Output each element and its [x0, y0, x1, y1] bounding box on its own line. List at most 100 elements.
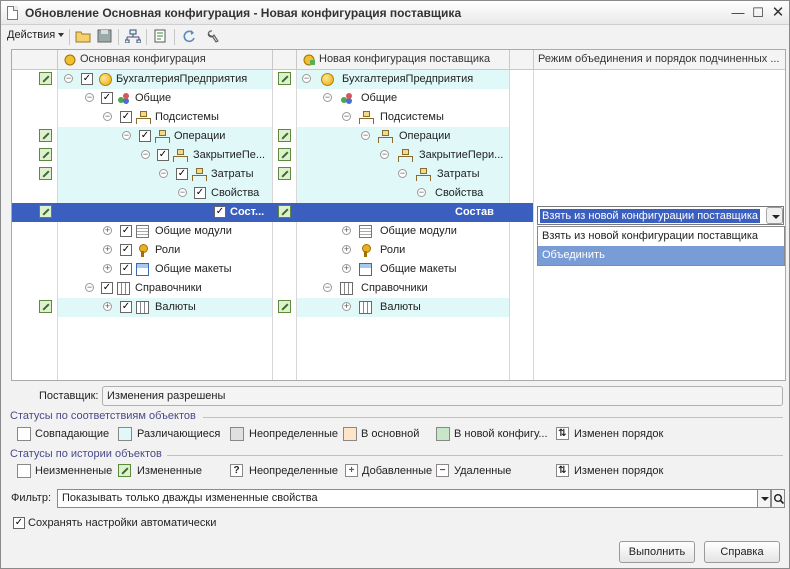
report-icon[interactable]	[153, 29, 169, 43]
collapse-icon[interactable]: −	[323, 283, 332, 292]
run-button[interactable]: Выполнить	[619, 541, 695, 563]
legend-order-changed: Изменен порядок	[574, 428, 664, 440]
minimize-button[interactable]: —	[729, 4, 747, 22]
edit-icon[interactable]	[39, 205, 52, 218]
collapse-icon[interactable]: −	[103, 112, 112, 121]
collapse-icon[interactable]: −	[302, 74, 311, 83]
row-checkbox[interactable]: ✓	[176, 168, 188, 180]
edit-icon[interactable]	[39, 72, 52, 85]
row-checkbox[interactable]: ✓	[214, 206, 226, 218]
merge-mode-select[interactable]: Взять из новой конфигурации поставщика	[537, 206, 784, 225]
expand-icon[interactable]: +	[342, 226, 351, 235]
status-history-title: Статусы по истории объектов	[10, 448, 162, 460]
swatch-unchanged	[17, 464, 31, 478]
expand-icon[interactable]: +	[342, 264, 351, 273]
table-row[interactable]: + ✓ Валюты + Валюты	[12, 298, 785, 317]
dropdown-button[interactable]	[766, 207, 783, 224]
edit-icon[interactable]	[278, 167, 291, 180]
legend-history-undefined: Неопределенные	[249, 465, 339, 477]
settings-wrench-icon[interactable]	[203, 29, 219, 43]
save-icon[interactable]	[97, 29, 113, 43]
collapse-icon[interactable]: −	[122, 131, 131, 140]
save-settings-checkbox[interactable]: ✓	[13, 517, 25, 529]
maximize-button[interactable]: ☐	[749, 4, 767, 22]
actions-menu[interactable]: Действия	[7, 29, 65, 41]
collapse-icon[interactable]: −	[380, 150, 389, 159]
edit-icon[interactable]	[278, 300, 291, 313]
row-checkbox[interactable]: ✓	[101, 92, 113, 104]
dropdown-option[interactable]: Взять из новой конфигурации поставщика	[538, 227, 784, 246]
expand-icon[interactable]: +	[103, 302, 112, 311]
expand-icon[interactable]: +	[103, 245, 112, 254]
table-row[interactable]: − ✓ ЗакрытиеПе... − ЗакрытиеПери...	[12, 146, 785, 165]
tree-filter-icon[interactable]	[125, 29, 141, 43]
row-checkbox[interactable]: ✓	[101, 282, 113, 294]
filter-dropdown-button[interactable]	[757, 489, 771, 508]
header-main-config[interactable]: Основная конфигурация	[58, 50, 273, 70]
collapse-icon[interactable]: −	[141, 150, 150, 159]
expand-icon[interactable]: +	[103, 226, 112, 235]
filter-search-button[interactable]	[771, 489, 785, 508]
collapse-icon[interactable]: −	[64, 74, 73, 83]
close-button[interactable]: ✕	[769, 4, 787, 22]
row-checkbox[interactable]: ✓	[194, 187, 206, 199]
collapse-icon[interactable]: −	[178, 188, 187, 197]
swatch-undefined	[230, 427, 244, 441]
row-main-label: Затраты	[211, 168, 254, 180]
collapse-icon[interactable]: −	[417, 188, 426, 197]
section-divider	[167, 455, 783, 456]
row-vendor-label: Состав	[455, 206, 494, 218]
config-compare-grid[interactable]: Основная конфигурация Новая конфигурация…	[11, 49, 786, 381]
edit-icon[interactable]	[278, 205, 291, 218]
collapse-icon[interactable]: −	[159, 169, 168, 178]
row-checkbox[interactable]: ✓	[120, 244, 132, 256]
collapse-icon[interactable]: −	[342, 112, 351, 121]
edit-icon[interactable]	[39, 148, 52, 161]
table-row[interactable]: − ✓ Общие − Общие	[12, 89, 785, 108]
subsystem-icon	[378, 130, 393, 143]
edit-icon[interactable]	[278, 72, 291, 85]
table-row[interactable]: − ✓ Затраты − Затраты	[12, 165, 785, 184]
header-vendor-config[interactable]: Новая конфигурация поставщика	[297, 50, 510, 70]
subsystem-icon	[192, 168, 207, 181]
open-folder-icon[interactable]	[75, 29, 91, 43]
edit-icon[interactable]	[278, 148, 291, 161]
common-objects-icon	[340, 92, 353, 105]
order-changed-icon: ⇅	[556, 464, 569, 477]
row-checkbox[interactable]: ✓	[120, 301, 132, 313]
collapse-icon[interactable]: −	[85, 93, 94, 102]
legend-unchanged: Неизменненые	[35, 465, 113, 477]
table-row[interactable]: − ✓ БухгалтерияПредприятия − Бухгалтерия…	[12, 70, 785, 89]
collapse-icon[interactable]: −	[361, 131, 370, 140]
chevron-down-icon	[761, 497, 769, 501]
dropdown-option-highlighted[interactable]: Объединить	[538, 246, 784, 265]
expand-icon[interactable]: +	[342, 302, 351, 311]
row-checkbox[interactable]: ✓	[120, 263, 132, 275]
table-row[interactable]: − ✓ Свойства − Свойства	[12, 184, 785, 203]
row-checkbox[interactable]: ✓	[81, 73, 93, 85]
table-row[interactable]: − ✓ Операции − Операции	[12, 127, 785, 146]
table-row[interactable]: − ✓ Подсистемы − Подсистемы	[12, 108, 785, 127]
toolbar-separator	[146, 29, 147, 45]
edit-icon[interactable]	[39, 167, 52, 180]
expand-icon[interactable]: +	[342, 245, 351, 254]
row-checkbox[interactable]: ✓	[139, 130, 151, 142]
common-module-icon	[136, 225, 149, 238]
help-button[interactable]: Справка	[704, 541, 780, 563]
edit-icon[interactable]	[278, 129, 291, 142]
row-checkbox[interactable]: ✓	[120, 111, 132, 123]
config-ball-icon	[321, 73, 334, 86]
expand-icon[interactable]: +	[103, 264, 112, 273]
header-merge-mode[interactable]: Режим объединения и порядок подчиненных …	[534, 50, 785, 70]
edit-icon[interactable]	[39, 300, 52, 313]
filter-field[interactable]: Показывать только дважды измененные свой…	[57, 489, 758, 508]
collapse-icon[interactable]: −	[398, 169, 407, 178]
collapse-icon[interactable]: −	[85, 283, 94, 292]
row-checkbox[interactable]: ✓	[120, 225, 132, 237]
edit-icon[interactable]	[39, 129, 52, 142]
row-checkbox[interactable]: ✓	[157, 149, 169, 161]
refresh-icon[interactable]	[181, 29, 197, 43]
collapse-icon[interactable]: −	[323, 93, 332, 102]
grid-header: Основная конфигурация Новая конфигурация…	[12, 50, 785, 70]
table-row[interactable]: − ✓ Справочники − Справочники	[12, 279, 785, 298]
